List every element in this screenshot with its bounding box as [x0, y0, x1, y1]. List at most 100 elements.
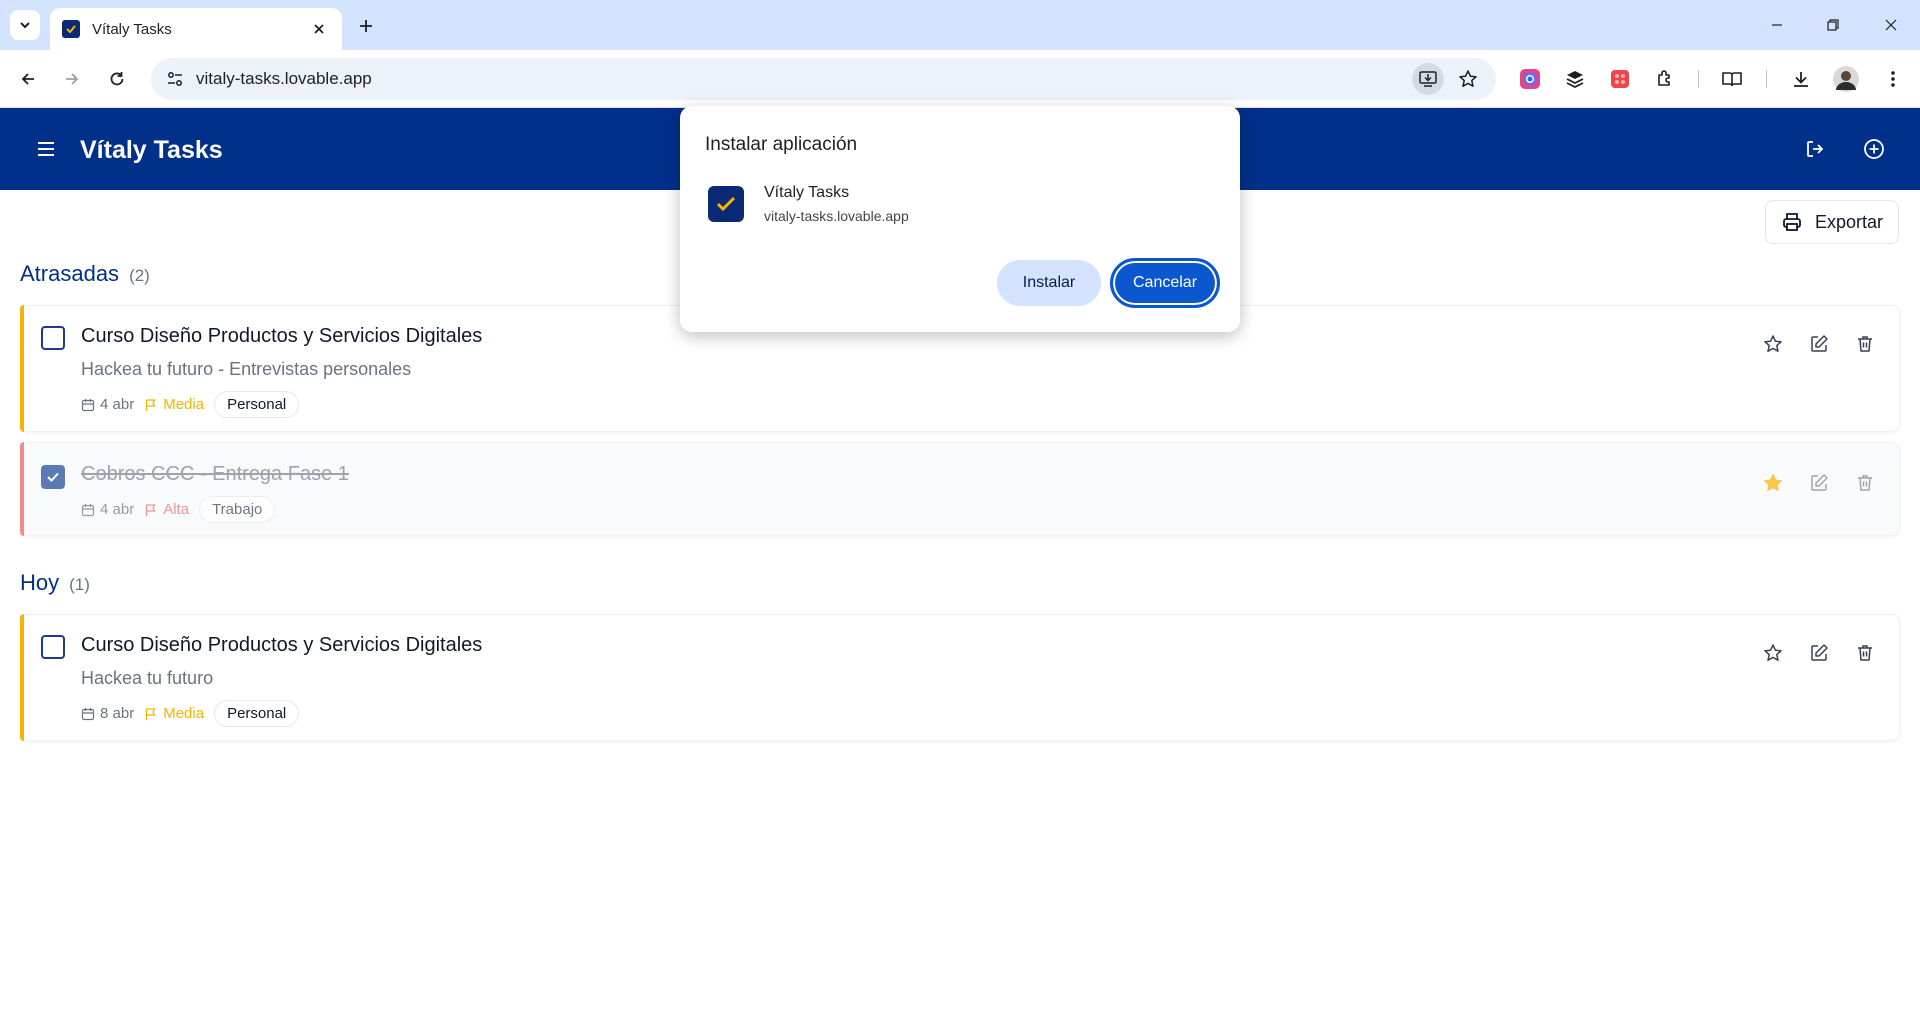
browser-tabstrip: Vítaly Tasks	[0, 0, 1920, 50]
flag-icon	[146, 398, 156, 411]
url-text: vitaly-tasks.lovable.app	[196, 69, 372, 88]
section-header-atrasadas: Atrasadas (2)	[20, 261, 150, 287]
priority-text: Media	[163, 396, 205, 413]
task-card: Cobros CCC - Entrega Fase 1 4 abr Alta T…	[20, 442, 1900, 536]
app-icon	[708, 186, 744, 222]
cancel-button[interactable]: Cancelar	[1110, 258, 1220, 308]
site-info-icon[interactable]	[165, 69, 185, 89]
tag-chip[interactable]: Trabajo	[199, 496, 276, 523]
priority-bar	[20, 305, 24, 432]
edit-icon	[1811, 474, 1828, 491]
calendar-icon	[81, 398, 95, 411]
back-button[interactable]	[12, 63, 44, 95]
close-icon	[1885, 19, 1897, 31]
book-icon	[1722, 72, 1742, 87]
extensions-icon	[1658, 70, 1670, 86]
reading-mode-button[interactable]	[1716, 63, 1748, 95]
dialog-app-name: Vítaly Tasks	[764, 184, 850, 201]
tag-chip[interactable]: Personal	[214, 700, 300, 727]
arrow-right-icon	[66, 73, 79, 85]
task-checkbox[interactable]	[41, 635, 65, 659]
address-bar[interactable]: vitaly-tasks.lovable.app	[151, 58, 1496, 100]
section-count: (2)	[129, 266, 150, 285]
puzzle-red-icon	[1611, 70, 1629, 88]
edit-button[interactable]	[1803, 467, 1835, 499]
minimize-icon	[1772, 24, 1782, 26]
restore-button[interactable]	[1818, 10, 1848, 40]
task-subtitle: Hackea tu futuro	[81, 668, 214, 688]
extensions-button[interactable]	[1649, 63, 1681, 95]
priority-text: Media	[163, 705, 205, 722]
edit-icon	[1811, 335, 1828, 352]
install-button[interactable]: Instalar	[997, 260, 1101, 306]
plus-circle-icon	[1864, 139, 1884, 159]
avatar	[1833, 66, 1859, 92]
task-meta: 4 abr Media Personal	[81, 391, 300, 418]
close-window-button[interactable]	[1876, 10, 1906, 40]
priority-bar	[20, 442, 24, 536]
forward-button[interactable]	[56, 63, 88, 95]
delete-button[interactable]	[1849, 328, 1881, 360]
star-icon	[1764, 644, 1782, 661]
star-button[interactable]	[1757, 637, 1789, 669]
edit-button[interactable]	[1803, 637, 1835, 669]
section-title: Hoy	[20, 570, 60, 595]
bookmark-button[interactable]	[1452, 63, 1484, 95]
task-actions	[1757, 467, 1881, 499]
install-app-button[interactable]	[1412, 63, 1444, 95]
trash-icon	[1858, 475, 1872, 491]
task-checkbox[interactable]	[41, 326, 65, 350]
priority-bar	[20, 614, 24, 741]
tag-chip[interactable]: Personal	[214, 391, 300, 418]
dialog-app-url: vitaly-tasks.lovable.app	[764, 208, 909, 224]
minimize-button[interactable]	[1762, 10, 1792, 40]
edit-button[interactable]	[1803, 328, 1835, 360]
star-icon	[1764, 335, 1782, 352]
star-button[interactable]	[1757, 328, 1789, 360]
due-date-text: 8 abr	[100, 705, 135, 722]
export-label: Exportar	[1814, 211, 1884, 232]
priority: Alta	[144, 501, 189, 518]
flag-icon	[146, 503, 156, 516]
more-vert-icon	[1891, 71, 1895, 87]
browser-menu-button[interactable]	[1877, 63, 1909, 95]
app-title: Vítaly Tasks	[80, 136, 223, 164]
calendar-icon	[81, 503, 95, 516]
menu-button[interactable]	[30, 133, 62, 165]
browser-toolbar: vitaly-tasks.lovable.app	[0, 50, 1920, 108]
install-app-dialog: Instalar aplicación Vítaly Tasks vitaly-…	[680, 106, 1240, 332]
layers-icon	[1566, 71, 1584, 89]
delete-button[interactable]	[1849, 637, 1881, 669]
plus-icon	[360, 20, 372, 32]
tab-close-icon[interactable]	[308, 18, 330, 40]
download-icon	[1794, 72, 1808, 87]
section-count: (1)	[69, 575, 90, 594]
due-date: 8 abr	[81, 705, 134, 722]
downloads-button[interactable]	[1785, 63, 1817, 95]
install-icon	[1419, 71, 1437, 87]
star-icon	[1459, 70, 1477, 87]
checkmark-icon	[716, 196, 736, 212]
reload-icon	[110, 72, 124, 86]
profile-button[interactable]	[1830, 63, 1862, 95]
delete-button[interactable]	[1849, 467, 1881, 499]
logout-button[interactable]	[1799, 133, 1831, 165]
reload-button[interactable]	[101, 63, 133, 95]
priority: Media	[144, 705, 204, 722]
due-date: 4 abr	[81, 501, 134, 518]
task-checkbox[interactable]	[41, 465, 65, 489]
calendar-icon	[81, 707, 95, 720]
check-icon	[47, 472, 59, 482]
extension-layers-button[interactable]	[1559, 63, 1591, 95]
star-button[interactable]	[1757, 467, 1789, 499]
browser-tab[interactable]: Vítaly Tasks	[50, 8, 342, 50]
restore-icon	[1827, 19, 1839, 31]
new-tab-button[interactable]	[352, 12, 380, 40]
priority-text: Alta	[163, 501, 190, 518]
extension-red-button[interactable]	[1604, 63, 1636, 95]
export-button[interactable]: Exportar	[1765, 200, 1899, 244]
add-task-button[interactable]	[1858, 133, 1890, 165]
logout-icon	[1807, 141, 1824, 157]
extension-color-button[interactable]	[1514, 63, 1546, 95]
tab-search-button[interactable]	[10, 10, 40, 40]
